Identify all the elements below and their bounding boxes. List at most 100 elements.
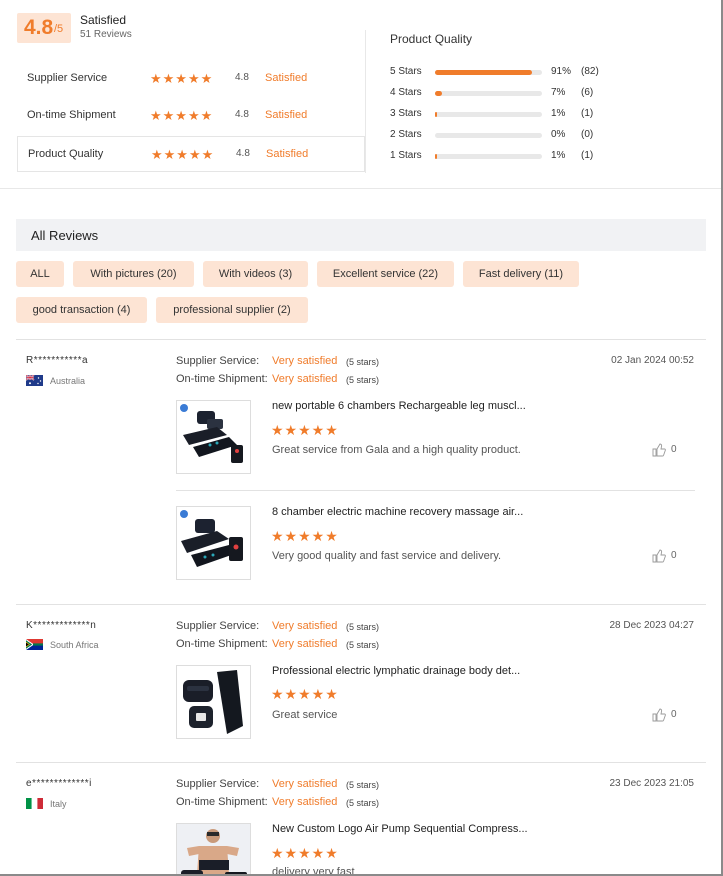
reviewer-name: e*************i <box>26 778 92 789</box>
distribution-count: (1) <box>581 108 594 119</box>
video-badge-icon <box>180 404 188 412</box>
reviewer-name: K*************n <box>26 620 97 631</box>
filter-tag-good-transaction[interactable]: good transaction (4) <box>16 297 147 323</box>
distribution-percent: 0% <box>551 129 566 140</box>
review-divider <box>16 604 706 605</box>
product-divider <box>176 490 695 491</box>
star-icon-group: ★★★★★ <box>271 845 339 861</box>
video-badge-icon <box>180 510 188 518</box>
reviewer-country: Australia <box>50 376 86 386</box>
summary-divider <box>365 30 366 173</box>
metric-label: Supplier Service <box>27 72 108 84</box>
supplier-service-stars: (5 stars) <box>346 622 380 632</box>
star-icon-group: ★★★★★ <box>271 528 339 544</box>
overall-score-suffix: /5 <box>54 23 64 35</box>
recovery-massager-image <box>181 519 243 567</box>
shipment-stars: (5 stars) <box>346 375 380 385</box>
distribution-bar <box>435 91 542 96</box>
south-africa-flag-icon <box>26 639 43 650</box>
reviewer-country: South Africa <box>50 640 99 650</box>
distribution-count: (0) <box>581 129 594 140</box>
metric-score: 4.8 <box>236 148 250 159</box>
product-quality-title: Product Quality <box>390 32 473 46</box>
metric-label: On-time Shipment <box>27 109 116 121</box>
product-thumbnail[interactable] <box>176 823 251 874</box>
distribution-label: 4 Stars <box>390 87 422 98</box>
shipment-label: On-time Shipment: <box>176 796 268 808</box>
distribution-percent: 1% <box>551 108 566 119</box>
star-icon-group: ★★★★★ <box>150 108 214 123</box>
distribution-label: 3 Stars <box>390 108 422 119</box>
filter-tag-excellent-service[interactable]: Excellent service (22) <box>317 261 454 287</box>
lymphatic-drainage-device-image <box>183 670 243 734</box>
distribution-count: (6) <box>581 87 594 98</box>
metric-status: Satisfied <box>265 72 308 84</box>
product-title[interactable]: 8 chamber electric machine recovery mass… <box>272 506 532 518</box>
product-thumbnail[interactable] <box>176 400 251 474</box>
reviews-page: 4.8 /5 Satisfied 51 Reviews Supplier Ser… <box>0 0 723 876</box>
distribution-label: 5 Stars <box>390 66 422 77</box>
like-count: 0 <box>671 709 677 720</box>
distribution-percent: 7% <box>551 87 566 98</box>
supplier-service-stars: (5 stars) <box>346 357 380 367</box>
product-title[interactable]: Professional electric lymphatic drainage… <box>272 665 532 677</box>
filter-tag-with-pictures[interactable]: With pictures (20) <box>73 261 194 287</box>
distribution-count: (82) <box>581 66 599 77</box>
filter-tag-all[interactable]: ALL <box>16 261 64 287</box>
filter-tag-professional-supplier[interactable]: professional supplier (2) <box>156 297 308 323</box>
distribution-percent: 1% <box>551 150 566 161</box>
distribution-bar-fill <box>435 91 443 96</box>
supplier-service-stars: (5 stars) <box>346 780 380 790</box>
all-reviews-header: All Reviews <box>16 219 706 251</box>
review-text: delivery very fast <box>272 866 355 876</box>
star-icon-group: ★★★★★ <box>150 71 214 86</box>
product-title[interactable]: new portable 6 chambers Rechargeable leg… <box>272 400 532 412</box>
metric-score: 4.8 <box>235 72 249 83</box>
shipment-label: On-time Shipment: <box>176 638 268 650</box>
distribution-bar-fill <box>435 154 438 159</box>
product-title[interactable]: New Custom Logo Air Pump Sequential Comp… <box>272 823 532 835</box>
metric-status: Satisfied <box>266 148 309 160</box>
distribution-label: 1 Stars <box>390 150 422 161</box>
review-divider <box>16 762 706 763</box>
filter-tag-with-videos[interactable]: With videos (3) <box>203 261 308 287</box>
metric-label: Product Quality <box>28 148 104 160</box>
star-icon-group: ★★★★★ <box>151 147 215 162</box>
metric-score: 4.8 <box>235 109 249 120</box>
filter-tag-fast-delivery[interactable]: Fast delivery (11) <box>463 261 579 287</box>
shipment-label: On-time Shipment: <box>176 373 268 385</box>
review-text: Great service from Gala and a high quali… <box>272 444 521 456</box>
distribution-bar-fill <box>435 112 438 117</box>
review-date: 23 Dec 2023 21:05 <box>609 778 694 789</box>
leg-massager-image <box>183 411 243 463</box>
review-text: Great service <box>272 709 338 721</box>
reviewer-country: Italy <box>50 799 67 809</box>
reviews-divider <box>16 339 706 340</box>
australia-flag-icon <box>26 375 43 386</box>
like-count: 0 <box>671 444 677 455</box>
shipment-value: Very satisfied <box>272 638 338 650</box>
distribution-bar <box>435 133 542 138</box>
overall-score-badge: 4.8 /5 <box>17 13 71 43</box>
supplier-service-value: Very satisfied <box>272 355 338 367</box>
thumbs-up-icon <box>652 549 666 563</box>
overall-score: 4.8 <box>24 16 54 39</box>
distribution-percent: 91% <box>551 66 572 77</box>
review-date: 02 Jan 2024 00:52 <box>611 355 694 366</box>
product-thumbnail[interactable] <box>176 665 251 739</box>
thumbs-up-icon <box>652 443 666 457</box>
star-icon-group: ★★★★★ <box>271 422 339 438</box>
shipment-stars: (5 stars) <box>346 798 380 808</box>
reviews-count: 51 Reviews <box>80 29 132 40</box>
italy-flag-icon <box>26 798 43 809</box>
person-with-air-pump-image <box>177 824 250 874</box>
supplier-service-label: Supplier Service: <box>176 620 260 632</box>
shipment-value: Very satisfied <box>272 796 338 808</box>
metric-product-quality[interactable]: Product Quality ★★★★★ 4.8 Satisfied <box>17 136 365 172</box>
product-thumbnail[interactable] <box>176 506 251 580</box>
distribution-bar <box>435 112 542 117</box>
distribution-bar-fill <box>435 70 533 75</box>
all-reviews-title: All Reviews <box>31 228 99 243</box>
distribution-bar <box>435 70 542 75</box>
review-date: 28 Dec 2023 04:27 <box>609 620 694 631</box>
